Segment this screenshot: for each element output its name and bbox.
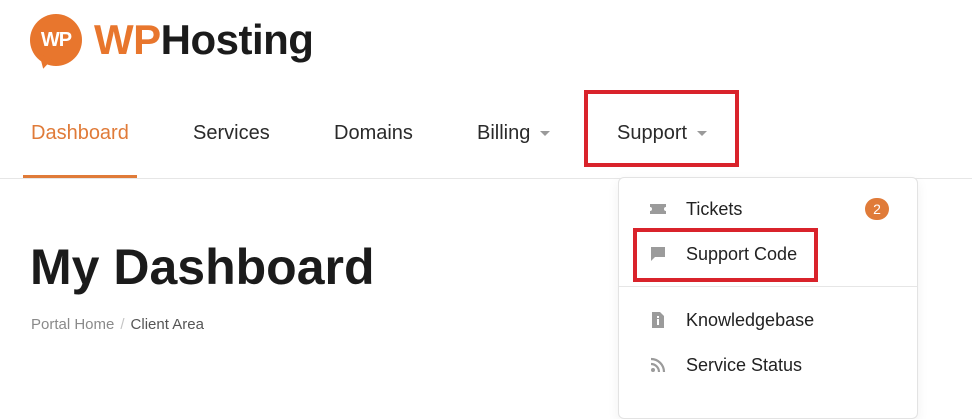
ticket-icon bbox=[649, 200, 667, 218]
tickets-count-badge: 2 bbox=[865, 198, 889, 220]
chevron-down-icon bbox=[540, 130, 551, 136]
breadcrumb-home[interactable]: Portal Home bbox=[31, 316, 114, 333]
rss-icon bbox=[649, 356, 667, 374]
dropdown-item-support-code[interactable]: Support Code bbox=[619, 236, 917, 272]
brand-name: WPHosting bbox=[94, 16, 314, 63]
nav-services[interactable]: Services bbox=[193, 90, 270, 176]
dropdown-item-support-code-label: Support Code bbox=[686, 243, 798, 264]
nav-billing-label: Billing bbox=[477, 121, 531, 144]
page-title: My Dashboard bbox=[30, 239, 375, 295]
comment-icon bbox=[649, 245, 667, 263]
breadcrumb-separator: / bbox=[120, 316, 125, 333]
main-nav: Dashboard Services Domains Billing Suppo… bbox=[0, 90, 972, 179]
dropdown-item-service-status[interactable]: Service Status bbox=[619, 347, 917, 383]
nav-dashboard-label: Dashboard bbox=[31, 121, 129, 144]
dropdown-item-tickets[interactable]: Tickets 2 bbox=[619, 191, 917, 227]
nav-services-label: Services bbox=[193, 121, 270, 144]
wp-logo-icon: WP bbox=[30, 14, 82, 66]
dropdown-item-service-status-label: Service Status bbox=[686, 354, 803, 375]
nav-domains[interactable]: Domains bbox=[334, 90, 413, 176]
dropdown-divider bbox=[619, 286, 917, 287]
breadcrumb-current: Client Area bbox=[130, 316, 204, 333]
brand-name-rest: Hosting bbox=[160, 16, 314, 63]
brand-name-accent: WP bbox=[94, 16, 161, 63]
nav-domains-label: Domains bbox=[334, 121, 413, 144]
nav-support[interactable]: Support bbox=[617, 90, 708, 176]
book-info-icon bbox=[649, 311, 667, 329]
dropdown-item-knowledgebase[interactable]: Knowledgebase bbox=[619, 302, 917, 338]
nav-billing[interactable]: Billing bbox=[477, 90, 551, 176]
support-dropdown: Tickets 2 Support Code Knowledgebase Ser… bbox=[618, 177, 918, 419]
dropdown-item-tickets-label: Tickets bbox=[686, 198, 743, 219]
chevron-down-icon bbox=[697, 130, 708, 136]
brand-logo[interactable]: WP WPHosting bbox=[30, 14, 314, 66]
breadcrumb: Portal Home / Client Area bbox=[31, 316, 204, 333]
nav-support-label: Support bbox=[617, 121, 688, 144]
nav-dashboard[interactable]: Dashboard bbox=[23, 90, 137, 178]
dropdown-item-knowledgebase-label: Knowledgebase bbox=[686, 309, 815, 330]
